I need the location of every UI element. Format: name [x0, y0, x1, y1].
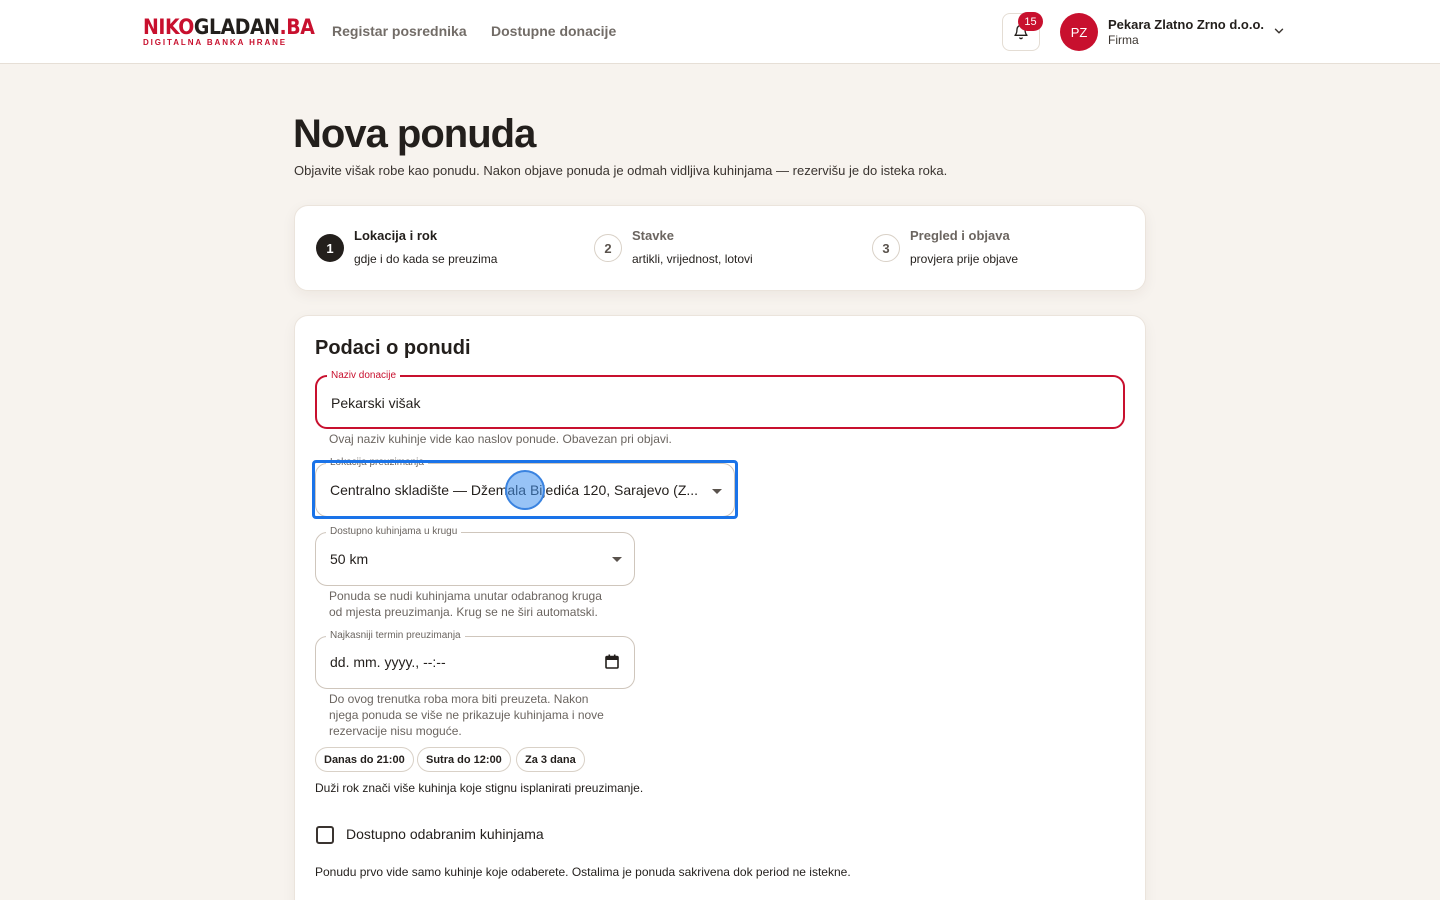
chip-today[interactable]: Danas do 21:00: [315, 747, 414, 772]
radius-helper-line-1: Ponuda se nudi kuhinjama unutar odabrano…: [329, 589, 602, 603]
selected-kitchens-checkbox[interactable]: [316, 826, 334, 844]
step-3[interactable]: 3 Pregled i objava provjera prije objave: [851, 206, 1129, 292]
deadline-helper-line-3: rezervacije nisu moguće.: [329, 724, 462, 738]
step-desc: provjera prije objave: [910, 252, 1019, 266]
avatar[interactable]: PZ: [1060, 13, 1098, 51]
notifications-badge: 15: [1018, 12, 1043, 31]
radius-select[interactable]: Dostupno kuhinjama u krugu 50 km: [315, 525, 635, 586]
logo-niko: NIKO: [143, 15, 194, 39]
field-label: Dostupno kuhinjama u krugu: [326, 525, 462, 539]
deadline-helper-line-2: njega ponuda se više ne prikazuje kuhinj…: [329, 708, 604, 722]
step-title: Stavke: [632, 228, 674, 243]
pickup-deadline-value[interactable]: dd. mm. yyyy., --:--: [330, 654, 446, 670]
card-title: Podaci o ponudi: [315, 337, 471, 359]
field-label: Najkasniji termin preuzimanja: [326, 629, 465, 643]
donation-name-value[interactable]: Pekarski višak: [331, 395, 1091, 411]
logo-wordmark: NIKOGLADAN.BA: [143, 15, 315, 39]
step-number: 3: [872, 234, 900, 262]
chips-note: Duži rok znači više kuhinja koje stignu …: [315, 781, 644, 795]
selected-kitchens-note: Ponudu prvo vide samo kuhinje koje odabe…: [315, 865, 851, 879]
radius-helper-line-2: od mjesta preuzimanja. Krug se ne širi a…: [329, 605, 598, 619]
step-number: 2: [594, 234, 622, 262]
deadline-helper-line-1: Do ovog trenutka roba mora biti preuzeta…: [329, 692, 589, 706]
logo[interactable]: NIKOGLADAN.BA DIGITALNA BANKA HRANE: [143, 16, 333, 47]
pickup-deadline-field[interactable]: Najkasniji termin preuzimanja dd. mm. yy…: [315, 629, 635, 689]
step-number: 1: [316, 234, 344, 262]
step-title: Lokacija i rok: [354, 228, 438, 243]
step-desc: artikli, vrijednost, lotovi: [632, 252, 753, 266]
page-subtitle: Objavite višak robe kao ponudu. Nakon ob…: [294, 163, 948, 178]
step-title: Pregled i objava: [910, 228, 1010, 243]
step-1[interactable]: 1 Lokacija i rok gdje i do kada se preuz…: [295, 206, 573, 292]
nav-link-donacije[interactable]: Dostupne donacije: [491, 23, 616, 39]
field-label: Naziv donacije: [327, 369, 401, 383]
step-2[interactable]: 2 Stavke artikli, vrijednost, lotovi: [573, 206, 851, 292]
logo-gladan: GLADAN: [193, 15, 280, 39]
caret-down-icon: [612, 557, 622, 562]
logo-tagline: DIGITALNA BANKA HRANE: [143, 38, 288, 47]
donation-name-field[interactable]: Naziv donacije Pekarski višak: [315, 369, 1125, 429]
user-name[interactable]: Pekara Zlatno Zrno d.o.o.: [1108, 17, 1264, 32]
page-title: Nova ponuda: [293, 112, 536, 156]
step-desc: gdje i do kada se preuzima: [354, 252, 498, 266]
donation-name-helper: Ovaj naziv kuhinje vide kao naslov ponud…: [329, 432, 672, 446]
calendar-icon[interactable]: [605, 654, 619, 669]
click-indicator: [505, 470, 545, 510]
nav-link-registar[interactable]: Registar posrednika: [332, 23, 467, 39]
user-role: Firma: [1108, 33, 1139, 47]
radius-value[interactable]: 50 km: [330, 551, 368, 567]
selected-kitchens-label[interactable]: Dostupno odabranim kuhinjama: [346, 826, 544, 842]
logo-ba: .BA: [279, 15, 315, 39]
chip-tomorrow[interactable]: Sutra do 12:00: [417, 747, 511, 772]
chip-three-days[interactable]: Za 3 dana: [516, 747, 585, 772]
stepper: 1 Lokacija i rok gdje i do kada se preuz…: [294, 205, 1146, 291]
chevron-down-icon[interactable]: [1272, 24, 1286, 38]
